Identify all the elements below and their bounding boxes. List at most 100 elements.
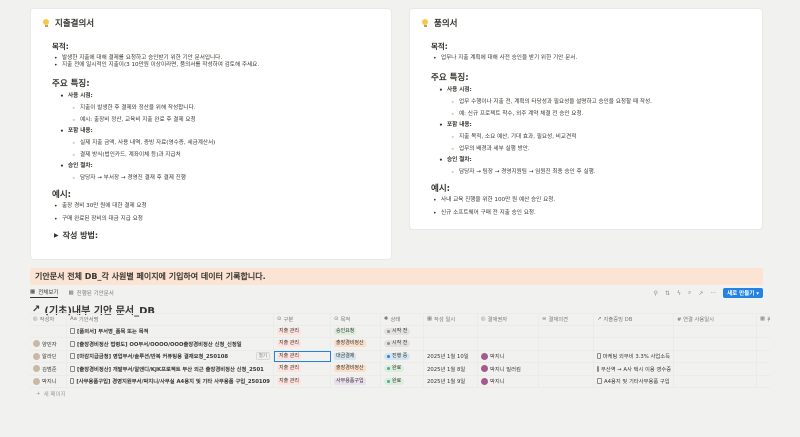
page-icon (70, 340, 75, 347)
plus-icon: + (36, 391, 41, 397)
expand-icon[interactable]: ↗ (698, 290, 703, 297)
card-title: 지출결의서 (42, 17, 380, 29)
table-cell (757, 363, 770, 375)
avatar (481, 377, 488, 385)
lightning-icon[interactable]: ϟ (677, 290, 681, 297)
purpose-heading: 목적: (52, 42, 69, 51)
toggle-triangle-icon[interactable]: ▶ (54, 232, 59, 239)
page-icon (70, 328, 75, 335)
page-icon (70, 365, 75, 372)
feature-group: 포함 내용: 지출 목적, 소요 예산, 기대 효과, 필요성, 비교견적업무의 … (431, 122, 751, 153)
example-item: 출장 경비 30만 원에 대한 결제 요청 (52, 203, 380, 210)
table-cell: 시작 전 (381, 338, 424, 350)
column-header[interactable]: ⊙ 목적 (331, 314, 381, 325)
column-header[interactable]: ▦휴가신청기간 (757, 314, 770, 325)
column-header[interactable]: ◎ 결재권자 (478, 314, 539, 325)
table-cell (674, 325, 757, 337)
examples-heading: 예시: (52, 190, 72, 200)
example-item: 신규 소프트웨어 구매 전 지출 승인 요청. (431, 210, 751, 217)
column-header[interactable]: ▦ 작성 일시 (424, 314, 478, 325)
table-cell: 대금결제 (331, 350, 381, 362)
page-icon (70, 353, 75, 360)
open-button[interactable]: 열기 (255, 352, 270, 361)
filter-icon[interactable]: ⚲ (654, 290, 658, 297)
evidence-link[interactable]: A4용지 및 기타사무용품 구입 (604, 377, 670, 385)
evidence-link[interactable]: 부산역 → A사 택시 이용 영수증 (601, 365, 671, 373)
feature-label: 사용 시점: (437, 87, 751, 94)
calendar-icon: ▦ (427, 316, 433, 323)
doc-title[interactable]: [출장경비정산 법령도] OO부서/OOOO/OOO출장경비정산 신청_신청일 (77, 340, 242, 348)
column-header[interactable]: ✺ 상태 (381, 314, 424, 325)
author-cell (30, 325, 67, 337)
author-name: 박지니 (42, 379, 57, 386)
purpose-heading: 목적: (431, 42, 448, 51)
purpose-item: 업무나 지출 계획에 대해 사전 승인을 받기 위한 기안 문서. (431, 55, 751, 62)
tab-all[interactable]: ▦ 전체보기 (30, 288, 59, 298)
example-item: 사내 교육 진행을 위한 100만 원 예산 승인 요청. (431, 197, 751, 204)
page-icon (70, 378, 75, 385)
status-dot (387, 367, 390, 371)
expense-resolution-card: 지출결의서 목적: 발생한 지출에 대해 결제를 요청하고 승인받기 위한 기안… (30, 8, 392, 260)
view-tabs: ▦ 전체보기 ▦ 진행된 기안문서 ⚲ ⇅ ϟ ⌕ ↗ ··· 새로 만들기 ▾ (30, 287, 763, 299)
feature-label: 승인 절차: (58, 163, 380, 170)
new-button[interactable]: 새로 만들기 ▾ (723, 288, 763, 298)
column-header[interactable]: ⊙ 구분 (274, 314, 331, 325)
table-cell (757, 376, 770, 388)
title-cell: [품의서] 부서명_품목 또는 목적 (67, 325, 274, 337)
status-dot (387, 329, 390, 333)
table-cell (757, 326, 770, 338)
table-cell: 출장경비정산 (331, 363, 381, 375)
avatar (33, 352, 40, 360)
how-to-toggle[interactable]: ▶ 작성 방법: (54, 230, 380, 241)
title-cell: [출장경비정산] 개발부서/알앤디/KJK프로젝트 부산 외근 출장경비정산 신… (67, 363, 274, 375)
table-row[interactable]: [품의서] 부서명_품목 또는 목적 지출 관리 승인요청 시작 전 (30, 325, 770, 338)
doc-title[interactable]: [출장경비정산] 개발부서/알앤디/KJK프로젝트 부산 외근 출장경비정산 신… (77, 365, 264, 373)
column-header[interactable]: Aa 기안서명 (67, 314, 274, 325)
db-callout: 기안문서 전체 DB_각 사원별 페이지에 기입하여 데이터 기록합니다. (30, 268, 763, 285)
tab-progress[interactable]: ▦ 진행된 기안문서 (68, 289, 113, 297)
table-row[interactable]: 알라딘 [마감지급금청] 영업부서/솔루션/반복 커퓨팅용 결재요청_250108… (30, 350, 770, 363)
doc-title[interactable]: [사무용품구입] 경영지원부서/박지니/사무실 A4용지 및 기타 사무용품 구… (76, 377, 270, 385)
status-pill: 시작 전 (384, 327, 411, 335)
table-cell: A4용지 및 기타사무용품 구입 (594, 375, 674, 387)
column-label: 작성자 (39, 317, 55, 324)
add-row-button[interactable]: + 새 페이지 (30, 388, 770, 400)
table-cell (674, 375, 757, 387)
column-header[interactable]: ↗ 지출증빙 DB (594, 314, 674, 325)
search-icon[interactable]: ⌕ (688, 289, 691, 297)
feature-detail: 지출이 발생한 후 결제와 정산을 위해 작성합니다. (70, 105, 380, 112)
sort-icon[interactable]: ⇅ (665, 290, 670, 297)
table-row[interactable]: 양민자 [출장경비정산 법령도] OO부서/OOOO/OOO출장경비정산 신청_신… (30, 338, 770, 351)
evidence-link[interactable]: 마케팅 외부비 3.3% 사업소득 (603, 352, 670, 360)
table-row[interactable]: 김범준 [출장경비정산] 개발부서/알앤디/KJK프로젝트 부산 외근 출장경비정… (30, 363, 770, 376)
column-header[interactable]: ≡ 결재의견 (539, 314, 594, 325)
feature-group: 사용 시점: 지출이 발생한 후 결제와 정산을 위해 작성합니다. 예시: 출장비… (52, 93, 380, 124)
date-value: 2025년 1월 9일 (427, 379, 466, 386)
avatar (33, 377, 40, 385)
table-icon: ▦ (30, 289, 36, 295)
table-cell: 박지니 밀러킴 (478, 363, 539, 375)
purpose-tag: 출장경비정산 (334, 365, 366, 373)
examples-list: 출장 경비 30만 원에 대한 결제 요청구매 완료된 장비의 대금 지급 요청 (52, 203, 380, 223)
column-label: 구분 (283, 317, 294, 324)
status-dot (387, 342, 390, 346)
column-label: 결재의견 (548, 317, 568, 324)
select-icon: ⊙ (334, 316, 339, 323)
more-icon[interactable]: ··· (710, 290, 716, 297)
status-label: 시작 전 (392, 327, 408, 334)
doc-title[interactable]: [품의서] 부서명_품목 또는 목적 (77, 327, 149, 335)
table-cell: 박지니 (478, 350, 539, 362)
column-header[interactable]: ◎ 작성자 (30, 314, 67, 325)
title-cell: [마감지급금청] 영업부서/솔루션/반복 커퓨팅용 결재요청_250108 열기 (67, 350, 274, 362)
db-table: ◎ 작성자 Aa 기안서명 ⊙ 구분 ⊙ 목적 ✺ 상태 ▦ 작성 일시 ◎ 결재권자 ≡ 결재의견 ↗ 지출증빙… (30, 313, 770, 400)
feature-group: 승인 절차: 담당자 → 부서장 → 경영진 결재 후 결제 진행 (52, 163, 380, 182)
lightbulb-icon (42, 18, 50, 28)
card-title: 품의서 (421, 17, 751, 29)
table-cell: 지출 관리 (274, 350, 331, 362)
doc-title[interactable]: [마감지급금청] 영업부서/솔루션/반복 커퓨팅용 결재요청_250108 (77, 352, 228, 360)
table-cell: 진행 중 (381, 350, 424, 362)
table-row[interactable]: 박지니 [사무용품구입] 경영지원부서/박지니/사무실 A4용지 및 기타 사무용… (30, 375, 770, 388)
purpose-list: 발생한 지출에 대해 결제를 요청하고 승인받기 위한 기안 문서입니다.지출 … (52, 55, 380, 69)
feature-label: 사용 시점: (58, 93, 380, 100)
column-header[interactable]: # 연결 사용일시 (674, 314, 757, 325)
